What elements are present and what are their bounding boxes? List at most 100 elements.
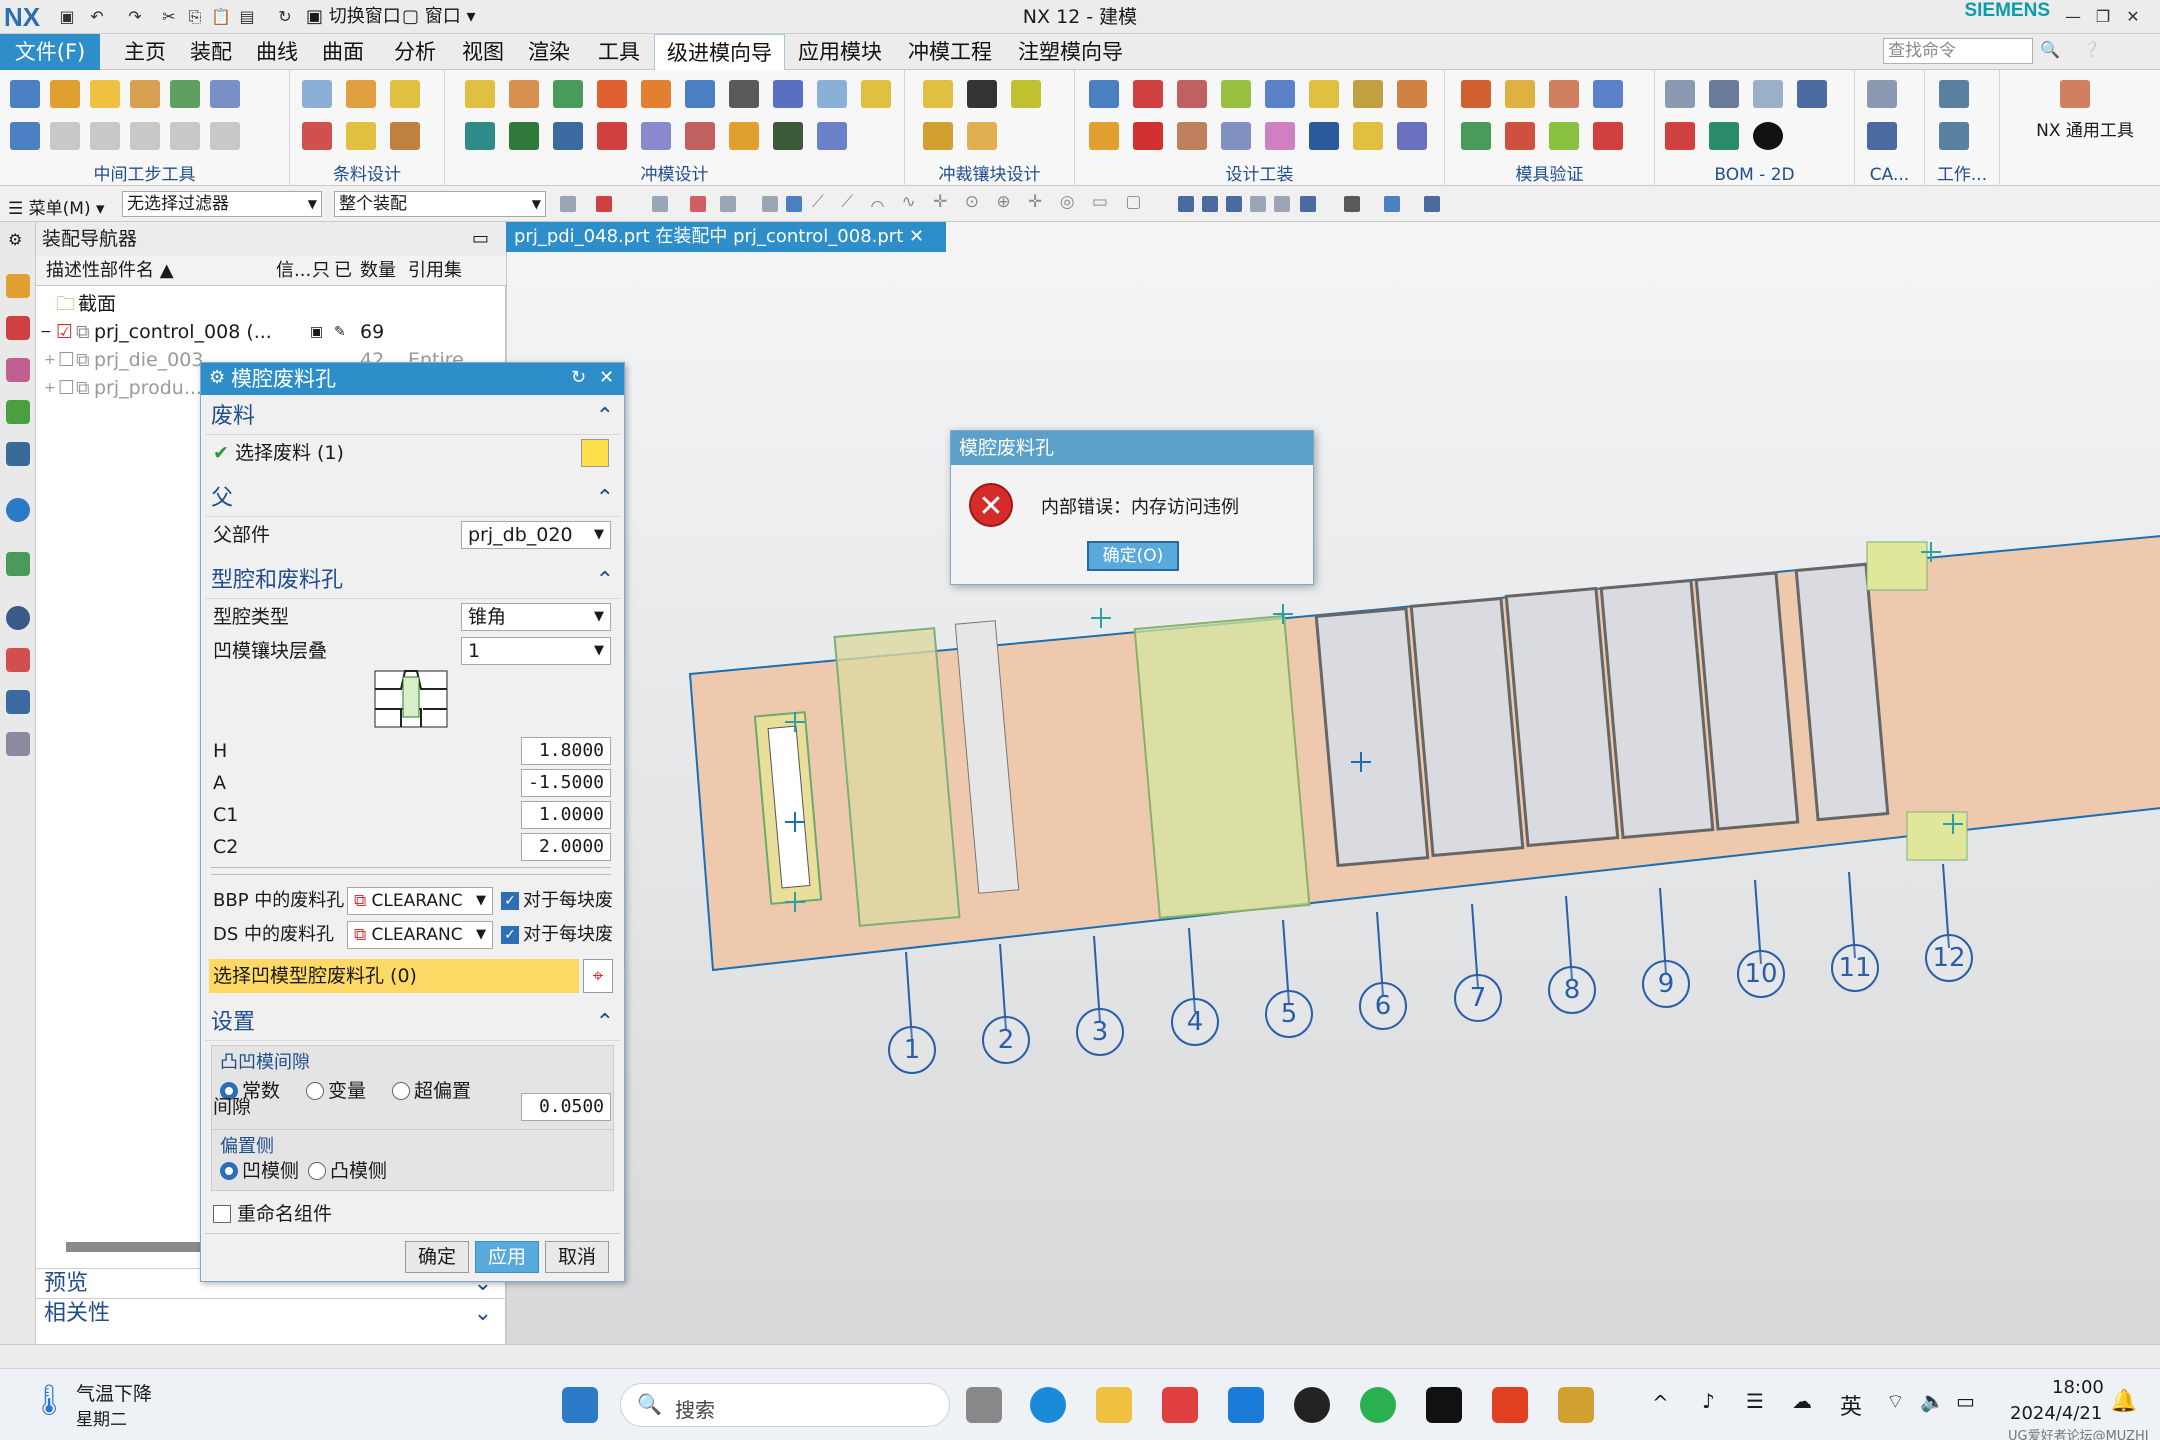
bom-icon[interactable] <box>1753 122 1783 150</box>
collapse-icon[interactable]: − <box>40 318 52 346</box>
start-icon[interactable] <box>562 1387 598 1423</box>
section-scrap[interactable]: 废料 ⌃ <box>205 399 620 435</box>
reuse-library-icon[interactable] <box>6 400 30 424</box>
tooling-icon[interactable] <box>1177 122 1207 150</box>
wechat-icon[interactable] <box>1360 1387 1396 1423</box>
sliders-icon[interactable]: ☰ <box>1746 1389 1764 1413</box>
tooling-icon[interactable] <box>1353 80 1383 108</box>
close-icon[interactable]: ✕ <box>2120 4 2146 30</box>
gap-input[interactable]: 0.0500 <box>521 1093 611 1121</box>
repeat-command-icon[interactable]: ↻ <box>274 6 296 28</box>
column-modified-header[interactable]: 已 <box>334 256 352 286</box>
close-tab-icon[interactable]: ✕ <box>909 226 924 247</box>
ribbon-group-label[interactable]: CA... <box>1855 164 1924 186</box>
selection-filter-dropdown[interactable]: 无选择过滤器 ▼ <box>122 191 322 217</box>
tab-home[interactable]: 主页 <box>112 34 178 70</box>
select-icon[interactable] <box>786 196 802 212</box>
work-icon[interactable] <box>1939 122 1969 150</box>
die-insert-stack-dropdown[interactable]: 1 ▼ <box>461 637 611 665</box>
die-design-icon[interactable] <box>729 80 759 108</box>
bell-icon[interactable]: 🔔 <box>2110 1389 2137 1414</box>
clock-date[interactable]: 2024/4/21 <box>2010 1403 2102 1424</box>
window-menu-button[interactable]: ▢ 窗口 ▾ <box>402 6 476 28</box>
table-row[interactable]: 🗀 截面 <box>36 290 506 318</box>
document-tab[interactable]: prj_pdi_048.prt 在装配中 prj_control_008.prt… <box>506 222 946 252</box>
checkbox-icon[interactable]: ☑ <box>56 318 73 346</box>
web-browser-icon[interactable] <box>6 552 30 576</box>
validation-icon[interactable] <box>1549 80 1579 108</box>
tab-render[interactable]: 渲染 <box>516 34 582 70</box>
select-icon[interactable] <box>720 196 736 212</box>
select-icon[interactable] <box>690 196 706 212</box>
intermediate-tool-icon[interactable] <box>50 80 80 108</box>
die-design-icon[interactable] <box>465 122 495 150</box>
snap-point-icons[interactable]: ⟋ ⟋ ⌒ ∿ ✛ ⊙ ⊕ ✛ ◎ ▭ ▢ <box>812 192 1172 216</box>
die-design-icon[interactable] <box>817 80 847 108</box>
column-info-header[interactable]: 信... <box>276 256 311 286</box>
select-type-icon[interactable] <box>596 196 612 212</box>
ribbon-group-label[interactable]: 冲裁镶块设计 <box>905 164 1074 186</box>
file-menu-button[interactable]: 文件(F) <box>0 34 100 70</box>
redo-icon[interactable]: ↷ <box>124 6 146 28</box>
bom-icon[interactable] <box>1709 122 1739 150</box>
rename-checkbox[interactable] <box>213 1205 231 1223</box>
search-icon[interactable]: 🔍 <box>2040 40 2060 59</box>
tooling-icon[interactable] <box>1309 80 1339 108</box>
cut-icon[interactable]: ✂ <box>158 6 180 28</box>
tab-view[interactable]: 视图 <box>450 34 516 70</box>
tiktok-icon[interactable] <box>1426 1387 1462 1423</box>
intermediate-tool-icon[interactable] <box>130 80 160 108</box>
tab-app-modules[interactable]: 应用模块 <box>786 34 894 70</box>
intermediate-tool-icon[interactable] <box>130 122 160 150</box>
column-readonly-header[interactable]: 只 <box>312 256 330 286</box>
tooling-icon[interactable] <box>1221 80 1251 108</box>
checkbox-icon[interactable]: ☐ <box>58 374 75 402</box>
view-icon[interactable] <box>1344 196 1360 212</box>
view-icon[interactable] <box>1424 196 1440 212</box>
clock-time[interactable]: 18:00 <box>2052 1377 2104 1398</box>
insert-design-icon[interactable] <box>923 80 953 108</box>
close-icon[interactable]: ✕ <box>599 367 614 388</box>
validation-icon[interactable] <box>1461 122 1491 150</box>
ribbon-group-label[interactable]: 设计工装 <box>1075 164 1444 186</box>
die-design-icon[interactable] <box>509 80 539 108</box>
caj-icon[interactable] <box>1492 1387 1528 1423</box>
crosshair-select-icon[interactable]: ⌖ <box>583 959 613 993</box>
tab-mold-wizard[interactable]: 注塑模向导 <box>1006 34 1135 70</box>
view-icon[interactable] <box>1178 196 1194 212</box>
work-icon[interactable] <box>1939 80 1969 108</box>
tooling-icon[interactable] <box>1133 122 1163 150</box>
section-cavity[interactable]: 型腔和废料孔 ⌃ <box>205 563 620 599</box>
view-icon[interactable] <box>1250 196 1266 212</box>
taskbar-search[interactable]: 🔍 搜索 <box>620 1383 950 1427</box>
error-ok-button[interactable]: 确定(O) <box>1087 541 1179 571</box>
system-materials-icon[interactable] <box>6 648 30 672</box>
strip-tool-icon[interactable] <box>346 80 376 108</box>
dependency-panel-header[interactable]: 相关性 ⌄ <box>36 1298 506 1328</box>
radio-die-side[interactable] <box>220 1162 238 1180</box>
nx-general-tools-button[interactable]: NX 通用工具 <box>2005 76 2155 156</box>
die-design-icon[interactable] <box>685 122 715 150</box>
die-design-icon[interactable] <box>861 80 891 108</box>
tooling-icon[interactable] <box>1221 122 1251 150</box>
edge-icon[interactable] <box>1030 1387 1066 1423</box>
validation-icon[interactable] <box>1505 122 1535 150</box>
cae-icon[interactable] <box>1867 122 1897 150</box>
gear-icon[interactable]: ⚙ <box>209 367 225 388</box>
wifi-icon[interactable]: ⌔ <box>1886 1389 1905 1414</box>
constraint-navigator-icon[interactable] <box>6 316 30 340</box>
tab-progressive-die-wizard[interactable]: 级进模向导 <box>654 34 785 70</box>
param-c2-input[interactable]: 2.0000 <box>521 833 611 861</box>
tab-tools[interactable]: 工具 <box>586 34 652 70</box>
column-quantity-header[interactable]: 数量 <box>360 256 396 286</box>
column-name-header[interactable]: 描述性部件名 ▲ <box>46 256 174 286</box>
tab-curve[interactable]: 曲线 <box>244 34 310 70</box>
strip-tool-icon[interactable] <box>302 122 332 150</box>
die-design-icon[interactable] <box>509 122 539 150</box>
menu-button[interactable]: ☰ 菜单(M) ▾ <box>8 194 105 219</box>
validation-icon[interactable] <box>1461 80 1491 108</box>
view-icon[interactable] <box>1384 196 1400 212</box>
tiktok-tray-icon[interactable]: ♪ <box>1702 1389 1715 1413</box>
bom-icon[interactable] <box>1797 80 1827 108</box>
maximize-icon[interactable]: ▭ <box>472 228 489 249</box>
